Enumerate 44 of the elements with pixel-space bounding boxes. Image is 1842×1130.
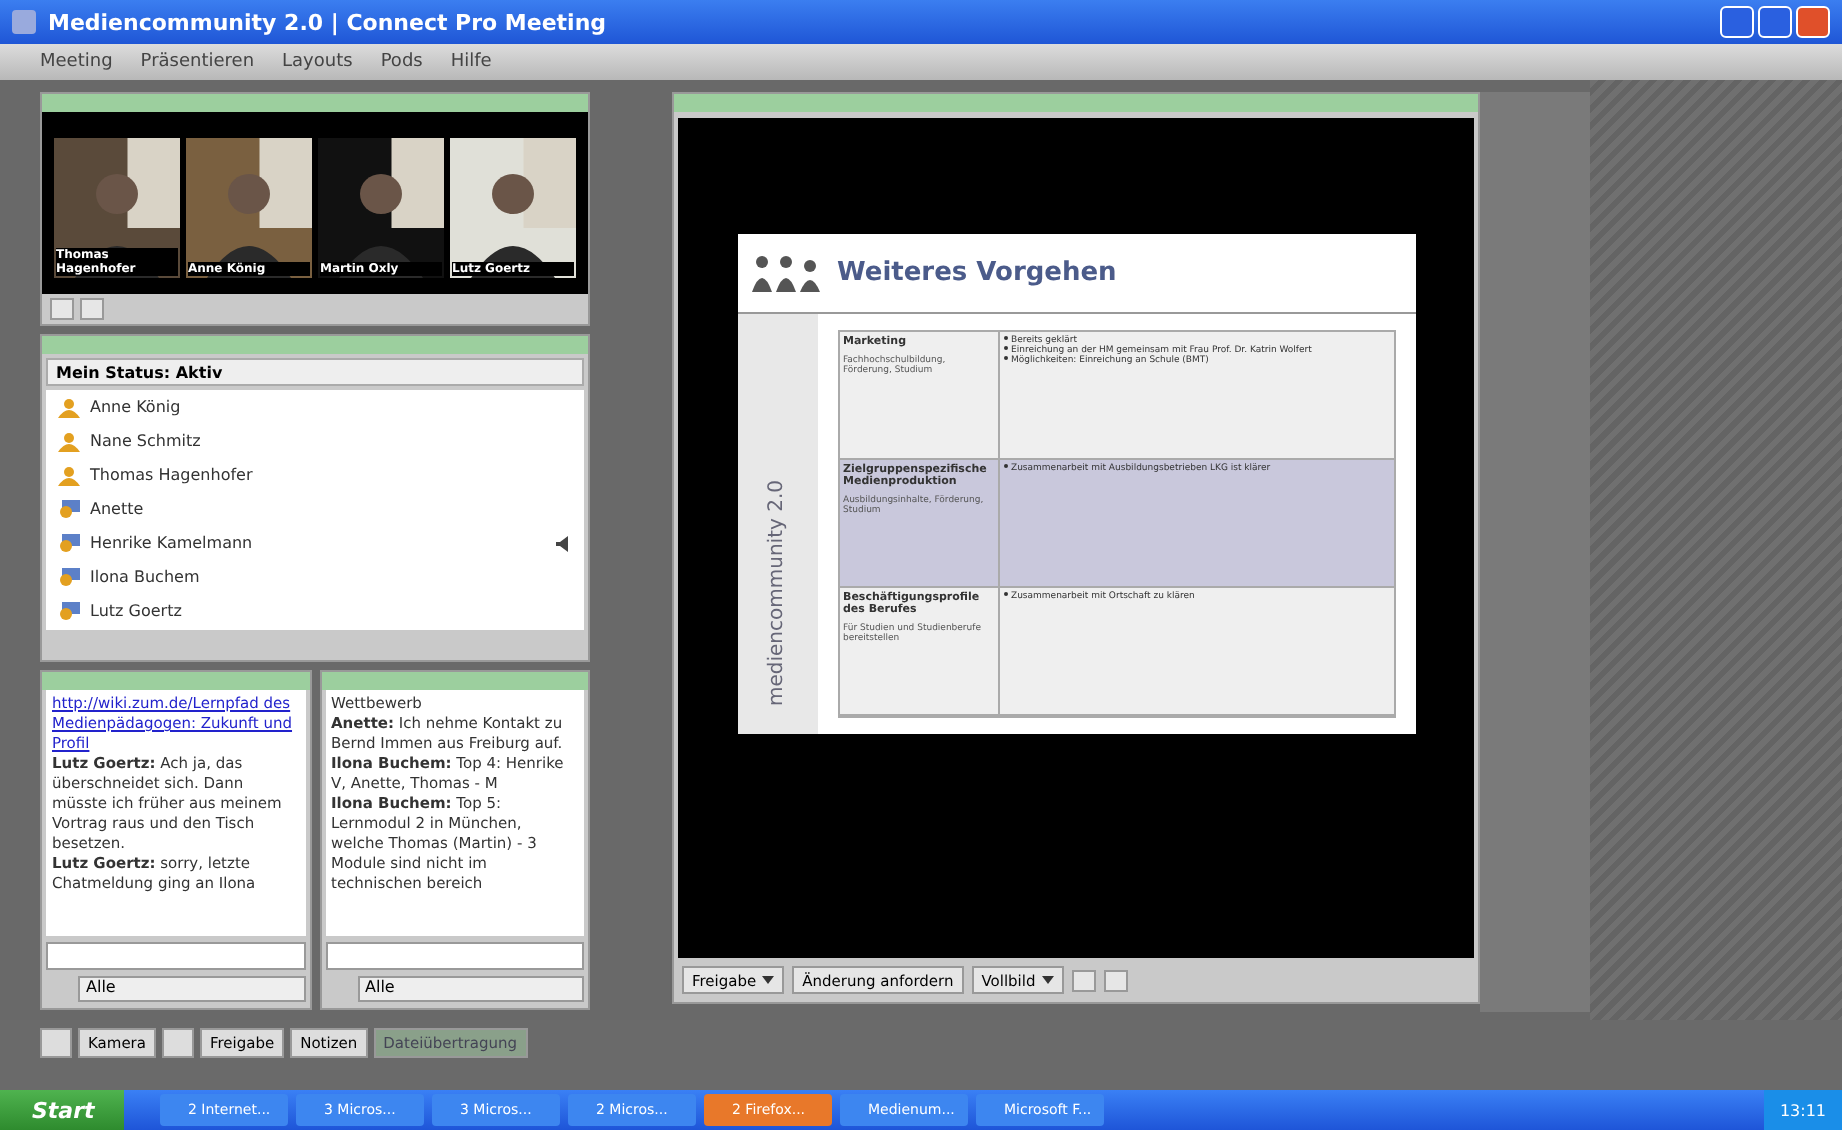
- host-icon: [58, 431, 80, 451]
- app-icon: [12, 10, 36, 34]
- host-icon: [58, 465, 80, 485]
- attendee-item[interactable]: Anne König: [46, 390, 584, 424]
- close-button[interactable]: [1796, 6, 1830, 38]
- participant-icon: [58, 567, 80, 587]
- status-dropdown[interactable]: Mein Status: Aktiv: [46, 358, 584, 386]
- participant-icon: [58, 499, 80, 519]
- attendee-item[interactable]: Henrike Kamelmann: [46, 526, 584, 560]
- minimize-button[interactable]: [1720, 6, 1754, 38]
- menu-item[interactable]: Pods: [380, 52, 423, 72]
- attendee-name: Anne König: [90, 398, 181, 416]
- maximize-button[interactable]: [1758, 6, 1792, 38]
- participant-icon: [58, 533, 80, 553]
- attendee-item[interactable]: Lutz Goertz: [46, 594, 584, 628]
- recipient-dropdown[interactable]: Alle: [357, 976, 584, 1002]
- chat-input-field[interactable]: [46, 942, 305, 970]
- attendee-name: Anette: [90, 500, 144, 518]
- people-icon: [749, 252, 821, 292]
- slide-title: Weiteres Vorgehen: [837, 257, 1117, 287]
- attendee-item[interactable]: Ilona Buchem: [46, 560, 584, 594]
- menu-item[interactable]: Layouts: [282, 52, 353, 72]
- toolbar-button[interactable]: [161, 1027, 194, 1057]
- menu-item[interactable]: Meeting: [40, 52, 113, 72]
- caret-icon: [762, 976, 775, 984]
- brand-logo: mediencommunity 2.0: [766, 479, 788, 705]
- attendee-name: Henrike Kamelmann: [90, 534, 253, 552]
- attendee-item[interactable]: Anette: [46, 492, 584, 526]
- menu-item[interactable]: Präsentieren: [140, 52, 255, 72]
- window-title: Mediencommunity 2.0 | Connect Pro Meeting: [48, 9, 607, 35]
- chat-input-field[interactable]: [325, 942, 584, 970]
- attendee-name: Ilona Buchem: [90, 568, 200, 586]
- participant-icon: [58, 601, 80, 621]
- attendee-name: Thomas Hagenhofer: [90, 466, 253, 484]
- menu-item[interactable]: Hilfe: [450, 52, 492, 72]
- clock: 13:11: [1763, 1090, 1842, 1130]
- attendee-name: Lutz Goertz: [90, 602, 182, 620]
- recipient-dropdown[interactable]: Alle: [78, 976, 305, 1002]
- attendee-item[interactable]: Nane Schmitz: [46, 424, 584, 458]
- host-icon: [58, 397, 80, 417]
- caret-icon: [1041, 976, 1054, 984]
- toolbar-button[interactable]: [40, 1027, 72, 1057]
- attendee-name: Nane Schmitz: [90, 432, 201, 450]
- attendee-item[interactable]: Thomas Hagenhofer: [46, 458, 584, 492]
